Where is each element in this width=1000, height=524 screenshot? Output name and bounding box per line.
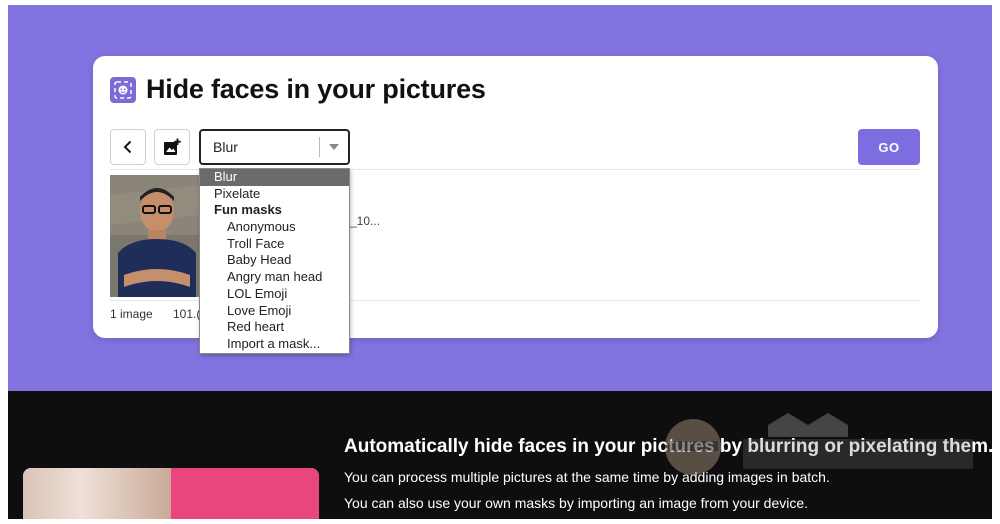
option-angry-man-head[interactable]: Angry man head	[200, 269, 349, 286]
promo-image-masked	[171, 468, 319, 519]
option-import-mask[interactable]: Import a mask...	[200, 336, 349, 353]
effect-select[interactable]: Blur	[199, 129, 350, 165]
caret-down-icon[interactable]	[329, 144, 339, 150]
page-title: Hide faces in your pictures	[146, 74, 486, 104]
editor-card: Hide faces in your pictures Blur GO _10.…	[93, 56, 938, 354]
promo-image-blurred	[23, 468, 171, 519]
effect-dropdown-list: Blur Pixelate Fun masks Anonymous Troll …	[199, 168, 350, 354]
add-image-button[interactable]	[154, 129, 190, 165]
go-button[interactable]: GO	[858, 129, 920, 165]
optgroup-fun-masks: Fun masks	[214, 202, 282, 218]
option-baby-head[interactable]: Baby Head	[200, 252, 349, 269]
watermark-logo-icon	[648, 403, 978, 499]
image-size: 101.(	[173, 307, 201, 321]
option-blur[interactable]: Blur	[200, 169, 349, 186]
option-red-heart[interactable]: Red heart	[200, 319, 349, 336]
promo-image	[23, 468, 319, 519]
back-button[interactable]	[110, 129, 146, 165]
face-mask-logo-icon	[110, 76, 136, 103]
chevron-left-icon	[123, 140, 132, 154]
option-lol-emoji[interactable]: LOL Emoji	[200, 286, 349, 303]
image-count: 1 image	[110, 307, 153, 321]
effect-select-value: Blur	[213, 139, 238, 155]
add-photo-icon	[164, 138, 181, 155]
app-frame: Hide faces in your pictures Blur GO _10.…	[8, 5, 992, 519]
title-row: Hide faces in your pictures	[110, 74, 486, 105]
image-filename: _10...	[350, 214, 381, 228]
image-thumbnail[interactable]	[110, 175, 200, 297]
option-troll-face[interactable]: Troll Face	[200, 236, 349, 253]
option-love-emoji[interactable]: Love Emoji	[200, 303, 349, 320]
select-separator	[319, 137, 320, 157]
option-pixelate[interactable]: Pixelate	[200, 186, 349, 203]
option-anonymous[interactable]: Anonymous	[200, 219, 349, 236]
